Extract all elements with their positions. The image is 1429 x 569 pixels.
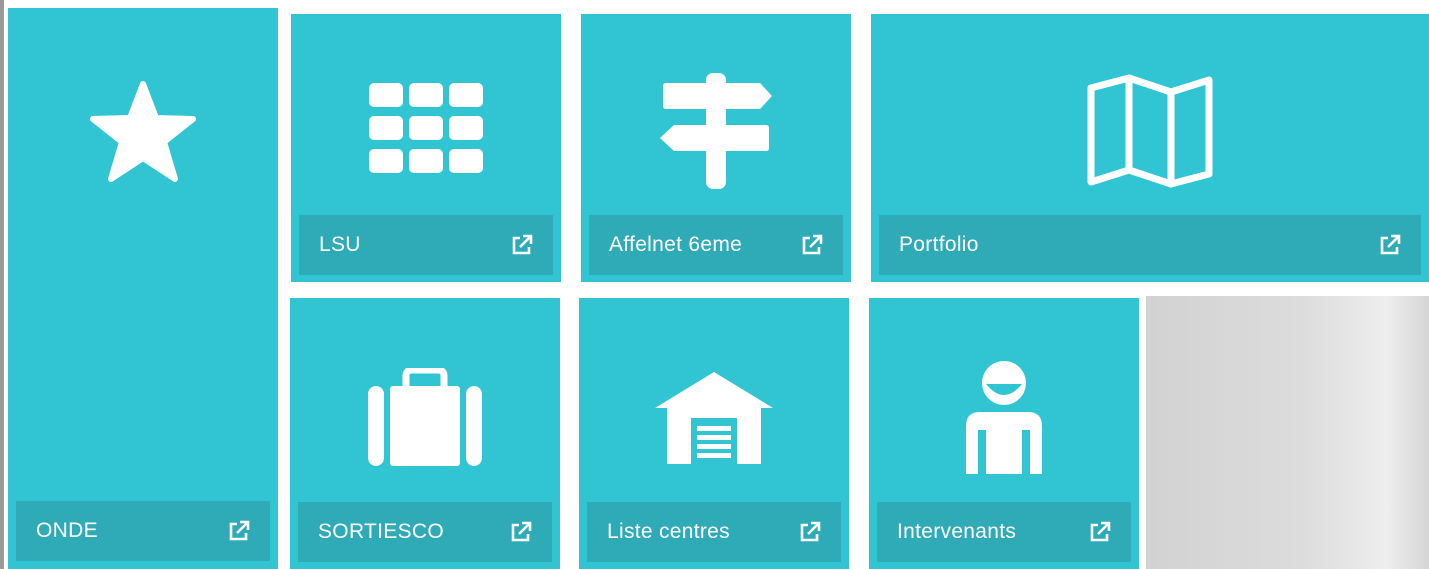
tile-lsu[interactable]: LSU	[291, 14, 561, 282]
external-link-icon	[512, 234, 533, 255]
tile-intervenants[interactable]: Intervenants	[869, 298, 1139, 569]
tile-portfolio[interactable]: Portfolio	[871, 14, 1429, 282]
external-link-icon	[802, 234, 823, 255]
external-link-icon	[229, 520, 250, 541]
tile-lsu-bar: LSU	[299, 215, 553, 275]
tile-label: Intervenants	[897, 520, 1017, 543]
map-icon	[1087, 74, 1213, 188]
tile-affelnet[interactable]: Affelnet 6eme	[581, 14, 851, 282]
tile-label: SORTIESCO	[318, 520, 445, 543]
person-icon	[966, 361, 1042, 474]
tile-onde-bar: ONDE	[16, 501, 270, 561]
external-link-icon	[511, 521, 532, 542]
tile-label: LSU	[319, 233, 361, 256]
suitcase-icon	[368, 368, 482, 466]
tile-liste-centres[interactable]: Liste centres	[579, 298, 849, 569]
tile-liste-centres-bar: Liste centres	[587, 502, 841, 562]
tile-label: Portfolio	[899, 233, 979, 256]
tile-label: Liste centres	[607, 520, 730, 543]
tile-sortiesco-bar: SORTIESCO	[298, 502, 552, 562]
tile-portfolio-bar: Portfolio	[879, 215, 1421, 275]
external-link-icon	[1090, 521, 1111, 542]
external-link-icon	[1380, 234, 1401, 255]
garage-icon	[655, 372, 773, 464]
tile-label: Affelnet 6eme	[609, 233, 743, 256]
external-link-icon	[800, 521, 821, 542]
window-left-border	[0, 0, 4, 569]
tile-label: ONDE	[36, 519, 98, 542]
grid-icon	[369, 83, 483, 173]
tile-sortiesco[interactable]: SORTIESCO	[290, 298, 560, 569]
tile-onde[interactable]: ONDE	[8, 8, 278, 569]
tile-intervenants-bar: Intervenants	[877, 502, 1131, 562]
tile-affelnet-bar: Affelnet 6eme	[589, 215, 843, 275]
star-icon	[90, 81, 196, 182]
signpost-icon	[660, 73, 772, 189]
empty-gray-panel	[1146, 296, 1429, 569]
